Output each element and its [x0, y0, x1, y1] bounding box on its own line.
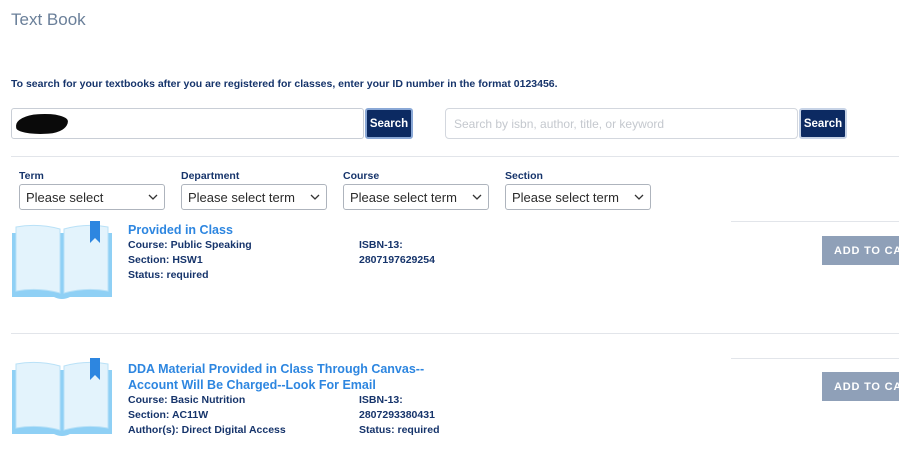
id-search-button[interactable]: Search [365, 108, 413, 139]
course-select-value: Please select term [350, 189, 457, 205]
divider [731, 221, 899, 222]
filter-term: Term Please select [19, 170, 165, 210]
divider [11, 333, 899, 334]
book-title-line: Account Will Be Charged--Look For Email [128, 378, 376, 392]
open-book-icon [12, 358, 112, 436]
book-isbn: ISBN-13: 2807197629254 [359, 238, 435, 268]
term-select[interactable]: Please select [19, 184, 165, 210]
filter-course: Course Please select term [343, 170, 489, 210]
course-select[interactable]: Please select term [343, 184, 489, 210]
filter-section: Section Please select term [505, 170, 651, 210]
filter-section-label: Section [505, 170, 543, 182]
instructions-text: To search for your textbooks after you a… [11, 78, 558, 90]
department-select[interactable]: Please select term [181, 184, 327, 210]
isbn-value: 2807293380431 [359, 409, 435, 421]
book-isbn: ISBN-13: 2807293380431 Status: required [359, 393, 440, 438]
redacted-id-value [15, 112, 69, 136]
book-title-line: DDA Material Provided in Class Through C… [128, 362, 425, 376]
book-course: Course: Public Speaking [128, 239, 252, 251]
open-book-icon [12, 221, 112, 299]
chevron-down-icon [472, 194, 482, 200]
isbn-label: ISBN-13: [359, 239, 403, 251]
divider [731, 358, 899, 359]
isbn-value: 2807197629254 [359, 254, 435, 266]
chevron-down-icon [634, 194, 644, 200]
term-select-value: Please select [26, 189, 104, 205]
book-title[interactable]: Provided in Class [128, 222, 233, 238]
filter-course-label: Course [343, 170, 380, 182]
book-status: Status: required [359, 424, 440, 436]
book-course: Course: Basic Nutrition [128, 394, 246, 406]
book-section: Section: AC11W [128, 409, 209, 421]
keyword-search-input[interactable] [445, 108, 798, 139]
divider [11, 156, 899, 157]
section-select[interactable]: Please select term [505, 184, 651, 210]
add-to-cart-button[interactable]: ADD TO CART [822, 372, 899, 401]
chevron-down-icon [148, 194, 158, 200]
id-number-input[interactable] [11, 108, 364, 139]
keyword-search-button[interactable]: Search [799, 108, 847, 139]
add-to-cart-button[interactable]: ADD TO CART [822, 236, 899, 265]
book-status: Status: required [128, 269, 209, 281]
page-title: Text Book [11, 10, 86, 29]
department-select-value: Please select term [188, 189, 295, 205]
filter-department-label: Department [181, 170, 240, 182]
book-details: Course: Basic Nutrition Section: AC11W A… [128, 393, 286, 438]
book-author: Author(s): Direct Digital Access [128, 424, 286, 436]
filter-term-label: Term [19, 170, 44, 182]
isbn-label: ISBN-13: [359, 394, 403, 406]
filter-department: Department Please select term [181, 170, 327, 210]
chevron-down-icon [310, 194, 320, 200]
book-title[interactable]: DDA Material Provided in Class Through C… [128, 361, 424, 393]
section-select-value: Please select term [512, 189, 619, 205]
book-details: Course: Public Speaking Section: HSW1 St… [128, 238, 252, 283]
book-section: Section: HSW1 [128, 254, 203, 266]
